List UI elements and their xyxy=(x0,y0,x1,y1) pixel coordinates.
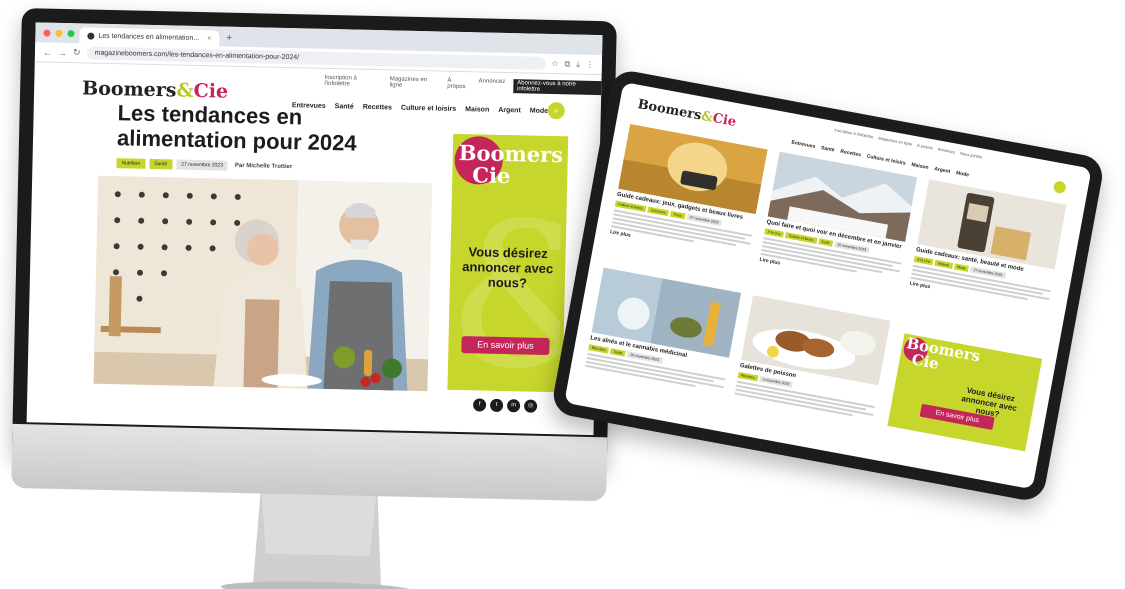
monitor-chin xyxy=(11,423,608,502)
desktop-monitor: Les tendances en alimentation... × + ← →… xyxy=(11,8,617,589)
card-tag[interactable]: Bien-être xyxy=(588,344,610,354)
reload-icon[interactable]: ↻ xyxy=(73,47,81,58)
article-card[interactable]: Guide cadeaux: jeux, gadgets et beaux li… xyxy=(609,123,768,261)
card-tag[interactable]: Santé xyxy=(610,348,627,357)
article-card[interactable]: Galettes de poisson Recettes 2 novembre … xyxy=(734,295,891,422)
tablet-menu-item[interactable]: Recettes xyxy=(840,149,862,159)
logo-amp: & xyxy=(176,79,194,102)
menu-item-maison[interactable]: Maison xyxy=(465,106,489,114)
top-menu-item[interactable]: À propos xyxy=(447,78,470,93)
menu-item-culture[interactable]: Culture et loisirs xyxy=(401,105,456,113)
search-icon[interactable]: ⌕ xyxy=(547,101,565,120)
tablet-top-item[interactable]: Magazines en ligne xyxy=(878,135,913,146)
tablet-logo-b: Cie xyxy=(711,110,738,131)
download-icon[interactable]: ⤓ xyxy=(576,59,580,69)
tag-nutrition[interactable]: Nutrition xyxy=(116,158,146,169)
star-icon[interactable]: ☆ xyxy=(551,59,558,69)
tab-title: Les tendances en alimentation... xyxy=(98,32,200,42)
article-title: Les tendances en alimentation pour 2024 xyxy=(116,100,357,156)
ad-learn-more-button[interactable]: En savoir plus xyxy=(461,336,550,356)
menu-icon[interactable]: ⋮ xyxy=(586,59,594,69)
card-tag[interactable]: À la Une xyxy=(913,255,934,266)
ad-headline: Vous désirez annoncer avec nous? xyxy=(462,244,554,291)
tablet-top-item[interactable]: À propos xyxy=(917,143,934,151)
top-menu-item[interactable]: Annoncez xyxy=(478,78,505,93)
tablet-menu-item[interactable]: Argent xyxy=(934,166,951,175)
maximize-window-icon[interactable] xyxy=(67,30,75,38)
card-tag[interactable]: Beauté xyxy=(934,259,953,269)
close-tab-icon[interactable]: × xyxy=(207,35,211,42)
forward-icon[interactable]: → xyxy=(58,47,67,57)
article-card[interactable]: Les aînés et le cannabis médicinal Bien-… xyxy=(585,267,742,394)
card-tag[interactable]: Concours xyxy=(647,206,670,217)
card-tag[interactable]: À la Une xyxy=(764,228,785,238)
tablet-menu-item[interactable]: Entrevues xyxy=(791,140,816,150)
browser-tab[interactable]: Les tendances en alimentation... × xyxy=(79,27,220,47)
ad-logo: Boomers Cie xyxy=(458,140,564,189)
article-tags: Nutrition Santé 27 novembre 2023 Par Mic… xyxy=(116,158,292,172)
tablet-menu-item[interactable]: Maison xyxy=(911,162,929,171)
logo-text-a: Boomers xyxy=(81,77,177,102)
menu-item-mode[interactable]: Mode xyxy=(530,108,548,115)
article-card[interactable]: Guide cadeaux: santé, beauté et mode À l… xyxy=(909,179,1067,312)
facebook-icon[interactable]: f xyxy=(472,398,487,412)
ad-brand-b: Cie xyxy=(472,162,511,189)
tablet-ad-logo: Boomers Cie xyxy=(903,334,981,379)
minimize-window-icon[interactable] xyxy=(55,29,63,37)
site-logo[interactable]: Boomers&Cie xyxy=(82,77,228,102)
tablet-search-icon[interactable] xyxy=(1052,180,1067,195)
social-links: f t in ◎ xyxy=(472,398,538,413)
card-tag[interactable]: Trucs xyxy=(669,210,686,220)
tablet-menu-item[interactable]: Culture et loisirs xyxy=(866,154,906,167)
tablet-top-item[interactable]: Inscription à l'infolettre xyxy=(834,127,874,139)
tablet-top-item[interactable]: Nous joindre xyxy=(960,151,983,160)
toolbar-icons: ☆ ⧉ ⤓ ⋮ xyxy=(551,59,594,70)
article-author: Par Michelle Trottier xyxy=(234,162,293,171)
article-card[interactable]: Quoi faire et quoi voir en décembre et e… xyxy=(759,151,918,289)
close-window-icon[interactable] xyxy=(43,29,51,37)
tablet-device: Boomers&Cie Inscription à l'infolettre M… xyxy=(544,68,1125,538)
article-date: 27 novembre 2023 xyxy=(176,159,228,171)
card-tag[interactable]: Sortir xyxy=(817,238,834,247)
tablet-top-item[interactable]: Annoncez xyxy=(937,146,955,154)
tablet-ad-banner[interactable]: Boomers Cie Vous désirez annoncer avec n… xyxy=(887,333,1043,452)
new-tab-icon[interactable]: + xyxy=(226,33,232,44)
browser-window: Les tendances en alimentation... × + ← →… xyxy=(26,22,603,436)
hero-image xyxy=(93,175,433,392)
twitter-icon[interactable]: t xyxy=(489,398,504,413)
card-tag[interactable]: Mode xyxy=(953,263,970,272)
back-icon[interactable]: ← xyxy=(43,47,52,57)
linkedin-icon[interactable]: in xyxy=(506,399,521,413)
instagram-icon[interactable]: ◎ xyxy=(523,399,538,413)
top-menu-item[interactable]: Inscription à l'infolettre xyxy=(324,75,382,90)
tablet-logo-a: Boomers xyxy=(636,97,703,124)
newsletter-button[interactable]: Abonnez-vous à notre infolettre xyxy=(512,79,602,96)
top-menu: Inscription à l'infolettre Magazines en … xyxy=(324,75,602,96)
tablet-menu-item[interactable]: Mode xyxy=(956,170,970,178)
stage: Les tendances en alimentation... × + ← →… xyxy=(0,0,1125,589)
tag-sante[interactable]: Santé xyxy=(149,158,173,170)
favicon-icon xyxy=(87,31,95,40)
top-menu-item[interactable]: Magazines en ligne xyxy=(389,76,439,91)
card-tag[interactable]: Recettes xyxy=(737,371,759,382)
logo-text-b: Cie xyxy=(193,79,229,103)
menu-item-argent[interactable]: Argent xyxy=(498,107,521,115)
tablet-site-logo[interactable]: Boomers&Cie xyxy=(636,97,737,130)
tablet-menu-item[interactable]: Santé xyxy=(821,145,835,153)
extensions-icon[interactable]: ⧉ xyxy=(564,59,571,69)
ad-banner[interactable]: Boomers Cie & Vous désirez annoncer avec… xyxy=(447,133,569,393)
